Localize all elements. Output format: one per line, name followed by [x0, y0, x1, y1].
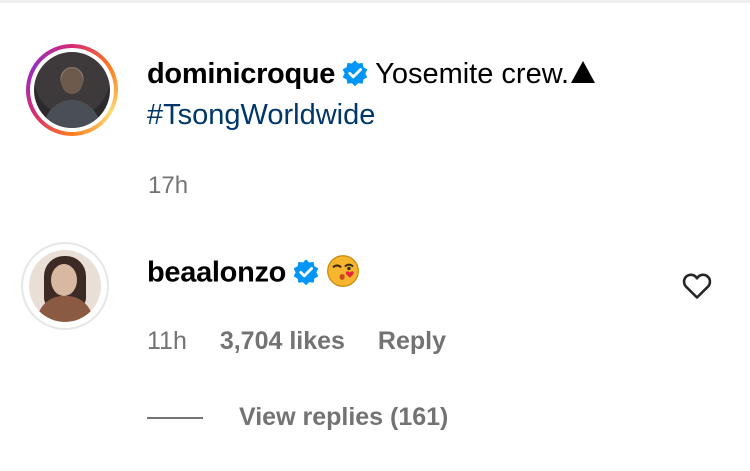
kiss-emoji-icon	[327, 255, 360, 287]
commenter-username[interactable]: beaalonzo	[147, 257, 286, 289]
verified-badge-icon	[293, 259, 319, 286]
replies-divider-line	[147, 416, 203, 419]
commenter-avatar[interactable]	[21, 242, 109, 330]
comment-body: beaalonzo	[147, 254, 360, 294]
likes-count-button[interactable]: 3,704 likes	[220, 327, 345, 355]
post-caption: dominicroque Yosemite crew. #TsongWorldw…	[0, 0, 750, 230]
reply-button[interactable]: Reply	[378, 327, 446, 355]
comment-item: beaalonzo 11h 3,704 likes Reply View rep…	[0, 230, 750, 471]
post-caption-text: Yosemite crew.	[375, 58, 570, 90]
verified-badge-icon	[342, 60, 368, 87]
view-replies-button[interactable]: View replies (161)	[147, 403, 448, 432]
comment-timestamp: 11h	[147, 327, 187, 355]
hashtag-link[interactable]: #TsongWorldwide	[147, 99, 375, 132]
comment-meta: 11h 3,704 likes Reply	[147, 327, 472, 356]
avatar-photo	[29, 250, 101, 322]
post-author-avatar[interactable]	[26, 44, 118, 136]
avatar-photo	[34, 52, 110, 128]
post-timestamp: 17h	[148, 172, 189, 199]
post-caption-line: dominicroque Yosemite crew.	[147, 58, 596, 91]
triangle-icon	[571, 61, 596, 83]
heart-outline-icon[interactable]	[682, 272, 712, 300]
view-replies-label: View replies (161)	[239, 403, 449, 431]
post-author-username[interactable]: dominicroque	[147, 58, 335, 90]
